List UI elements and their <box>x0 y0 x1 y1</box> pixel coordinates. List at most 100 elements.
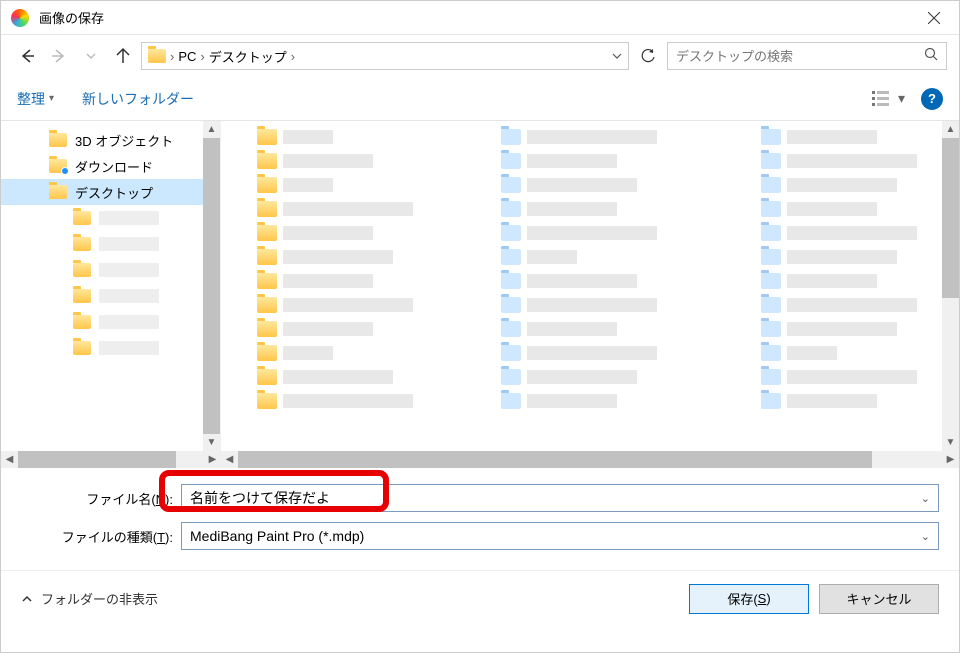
tree-subitem[interactable] <box>1 231 220 257</box>
file-item[interactable] <box>761 201 917 217</box>
file-item[interactable] <box>257 249 413 265</box>
new-folder-button[interactable]: 新しいフォルダー <box>82 89 194 109</box>
breadcrumb-bar[interactable]: › PC › デスクトップ › <box>141 42 629 70</box>
tree-subitem[interactable] <box>1 335 220 361</box>
tree-subitem[interactable] <box>1 257 220 283</box>
scroll-thumb[interactable] <box>238 451 872 468</box>
tree-subitem[interactable] <box>1 283 220 309</box>
file-item[interactable] <box>501 321 657 337</box>
tree-item-downloads[interactable]: ダウンロード <box>1 153 220 179</box>
folder-icon <box>73 315 91 329</box>
view-mode-button[interactable]: ▾ <box>872 90 905 107</box>
chevron-down-icon[interactable]: ⌄ <box>921 530 930 543</box>
file-item[interactable] <box>761 273 917 289</box>
organize-menu[interactable]: 整理 ▾ <box>17 89 54 109</box>
hide-folders-toggle[interactable]: フォルダーの非表示 <box>21 589 158 608</box>
file-item[interactable] <box>501 369 657 385</box>
file-item[interactable] <box>257 273 413 289</box>
refresh-button[interactable] <box>633 42 663 70</box>
scroll-thumb[interactable] <box>18 451 176 468</box>
filetype-label: ファイルの種類(T): <box>21 527 181 546</box>
file-item[interactable] <box>257 177 413 193</box>
scroll-right-icon[interactable]: ▶ <box>204 451 221 468</box>
back-button[interactable] <box>13 42 41 70</box>
file-item[interactable] <box>501 225 657 241</box>
breadcrumb-root[interactable]: PC <box>178 49 196 64</box>
search-icon[interactable] <box>924 47 938 66</box>
file-list[interactable]: ▲ ▼ <box>221 121 959 451</box>
file-h-scrollbar[interactable]: ◀ ▶ <box>221 451 959 468</box>
file-item[interactable] <box>501 345 657 361</box>
file-item[interactable] <box>257 393 413 409</box>
tree-item-desktop[interactable]: デスクトップ <box>1 179 220 205</box>
scroll-up-icon[interactable]: ▲ <box>942 121 959 138</box>
file-item[interactable] <box>257 345 413 361</box>
file-item[interactable] <box>761 369 917 385</box>
new-folder-label: 新しいフォルダー <box>82 89 194 109</box>
file-item[interactable] <box>761 225 917 241</box>
file-item[interactable] <box>761 393 917 409</box>
file-item[interactable] <box>761 297 917 313</box>
file-item[interactable] <box>501 297 657 313</box>
file-item[interactable] <box>501 201 657 217</box>
scroll-right-icon[interactable]: ▶ <box>942 451 959 468</box>
scroll-down-icon[interactable]: ▼ <box>942 434 959 451</box>
recent-dropdown[interactable] <box>77 42 105 70</box>
file-item[interactable] <box>761 321 917 337</box>
help-button[interactable]: ? <box>921 88 943 110</box>
file-icon <box>501 249 521 265</box>
breadcrumb-folder[interactable]: デスクトップ <box>209 47 287 66</box>
file-item[interactable] <box>761 129 917 145</box>
main-area: 3D オブジェクト ダウンロード デスクトップ ▲ ▼ <box>1 121 959 451</box>
search-input[interactable] <box>676 49 924 64</box>
folder-icon <box>257 273 277 289</box>
tree-subitem[interactable] <box>1 309 220 335</box>
tree-item-label: ダウンロード <box>75 157 153 176</box>
file-item[interactable] <box>501 153 657 169</box>
file-item[interactable] <box>257 297 413 313</box>
file-item[interactable] <box>501 129 657 145</box>
tree-h-scrollbar[interactable]: ◀ ▶ <box>1 451 221 468</box>
filename-combo[interactable]: ⌄ <box>181 484 939 512</box>
scroll-left-icon[interactable]: ◀ <box>1 451 18 468</box>
file-icon <box>761 201 781 217</box>
file-item[interactable] <box>257 201 413 217</box>
search-box[interactable] <box>667 42 947 70</box>
file-scrollbar[interactable]: ▲ ▼ <box>942 121 959 451</box>
file-item[interactable] <box>257 153 413 169</box>
file-item[interactable] <box>761 345 917 361</box>
scroll-left-icon[interactable]: ◀ <box>221 451 238 468</box>
caret-down-icon: ▾ <box>898 90 905 107</box>
file-icon <box>761 273 781 289</box>
scroll-down-icon[interactable]: ▼ <box>203 434 220 451</box>
folder-icon <box>148 49 166 63</box>
scroll-up-icon[interactable]: ▲ <box>203 121 220 138</box>
close-button[interactable] <box>909 1 959 35</box>
filetype-combo[interactable]: MediBang Paint Pro (*.mdp) ⌄ <box>181 522 939 550</box>
file-item[interactable] <box>257 321 413 337</box>
tree-item-3d-objects[interactable]: 3D オブジェクト <box>1 127 220 153</box>
file-item[interactable] <box>501 393 657 409</box>
scroll-thumb[interactable] <box>942 138 959 298</box>
tree-subitem[interactable] <box>1 205 220 231</box>
file-item[interactable] <box>257 225 413 241</box>
breadcrumb-dropdown[interactable] <box>612 49 622 64</box>
bottom-bar: フォルダーの非表示 保存(S) キャンセル <box>1 570 959 626</box>
forward-button[interactable] <box>45 42 73 70</box>
file-item[interactable] <box>501 249 657 265</box>
file-icon <box>501 201 521 217</box>
cancel-button[interactable]: キャンセル <box>819 584 939 614</box>
file-item[interactable] <box>761 249 917 265</box>
file-item[interactable] <box>501 273 657 289</box>
file-item[interactable] <box>761 153 917 169</box>
up-button[interactable] <box>109 42 137 70</box>
file-item[interactable] <box>257 129 413 145</box>
save-button[interactable]: 保存(S) <box>689 584 809 614</box>
filename-input[interactable] <box>190 490 921 506</box>
file-item[interactable] <box>257 369 413 385</box>
scroll-thumb[interactable] <box>203 138 220 434</box>
file-item[interactable] <box>501 177 657 193</box>
tree-scrollbar[interactable]: ▲ ▼ <box>203 121 220 451</box>
chevron-down-icon[interactable]: ⌄ <box>921 492 930 505</box>
file-item[interactable] <box>761 177 917 193</box>
